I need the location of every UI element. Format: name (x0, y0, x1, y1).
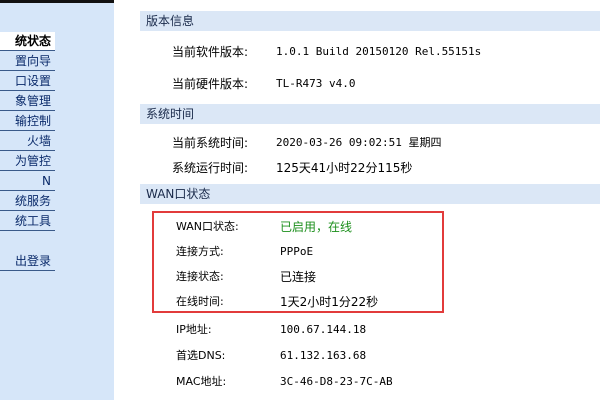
mac-address-value: 3C-46-D8-23-7C-AB (280, 375, 393, 388)
sidebar-item-firewall[interactable]: 火墙 (0, 132, 55, 151)
ip-address-row: IP地址: 100.67.144.18 (140, 319, 600, 341)
software-version-label: 当前软件版本: (172, 45, 249, 59)
sidebar-item-setup-wizard[interactable]: 置向导 (0, 52, 55, 71)
wan-section-header: WAN口状态 (140, 184, 600, 204)
uptime-label: 系统运行时间: (172, 161, 249, 175)
hardware-version-row: 当前硬件版本: TL-R473 v4.0 (140, 73, 600, 95)
current-time-row: 当前系统时间: 2020-03-26 09:02:51 星期四 (140, 132, 600, 154)
sidebar-item-vpn[interactable]: N (0, 172, 55, 191)
primary-dns-row: 首选DNS: 61.132.163.68 (140, 345, 600, 367)
system-time-section-header: 系统时间 (140, 104, 600, 124)
ip-address-value: 100.67.144.18 (280, 323, 367, 336)
wan-highlight-box (152, 211, 444, 313)
uptime-row: 系统运行时间: 125天41小时22分115秒 (140, 157, 600, 179)
sidebar-menu: 统状态 置向导 口设置 象管理 输控制 火墙 为管控 N 统服务 统工具 出登录 (0, 0, 114, 400)
primary-dns-value: 61.132.163.68 (280, 349, 367, 362)
current-time-label: 当前系统时间: (172, 136, 249, 150)
sidebar-item-logout[interactable]: 出登录 (0, 252, 55, 271)
mac-address-row: MAC地址: 3C-46-D8-23-7C-AB (140, 371, 600, 393)
current-time-value: 2020-03-26 09:02:51 星期四 (276, 136, 442, 149)
ip-address-label: IP地址: (176, 323, 212, 336)
software-version-row: 当前软件版本: 1.0.1 Build 20150120 Rel.55151s (140, 41, 600, 63)
uptime-value: 125天41小时22分115秒 (276, 161, 413, 175)
software-version-value: 1.0.1 Build 20150120 Rel.55151s (276, 45, 482, 58)
sidebar-item-interface-settings[interactable]: 口设置 (0, 72, 55, 91)
mac-address-label: MAC地址: (176, 375, 227, 388)
version-section-header: 版本信息 (140, 11, 600, 31)
primary-dns-label: 首选DNS: (176, 349, 226, 362)
hardware-version-label: 当前硬件版本: (172, 77, 249, 91)
sidebar-item-object-management[interactable]: 象管理 (0, 92, 55, 111)
sidebar-top-divider (0, 0, 114, 3)
sidebar-item-transfer-control[interactable]: 输控制 (0, 112, 55, 131)
sidebar-item-system-tools[interactable]: 统工具 (0, 212, 55, 231)
sidebar-item-behavior-control[interactable]: 为管控 (0, 152, 55, 171)
sidebar-item-system-status[interactable]: 统状态 (0, 32, 55, 51)
sidebar-item-system-service[interactable]: 统服务 (0, 192, 55, 211)
hardware-version-value: TL-R473 v4.0 (276, 77, 356, 90)
status-content: 版本信息 当前软件版本: 1.0.1 Build 20150120 Rel.55… (140, 0, 600, 400)
